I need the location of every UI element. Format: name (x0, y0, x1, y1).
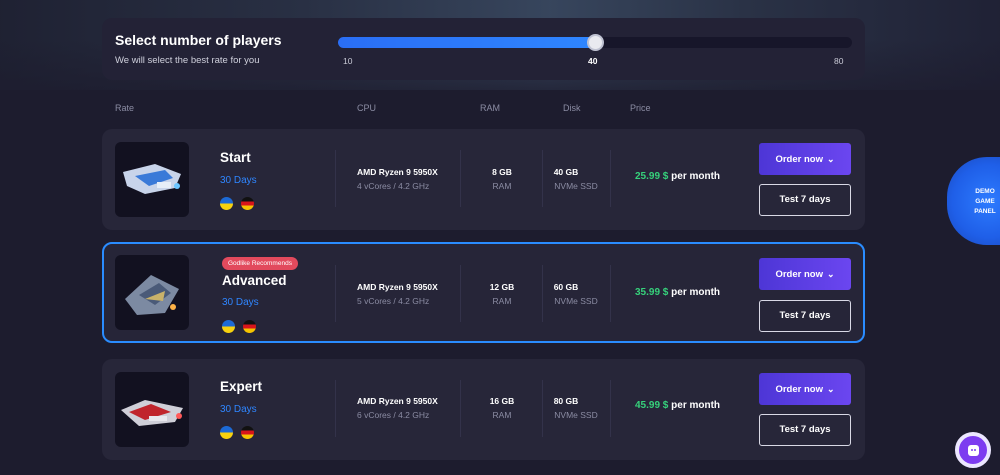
cpu-model: AMD Ryzen 9 5950X (357, 396, 438, 406)
divider (542, 265, 543, 322)
plan-name: Start (220, 150, 251, 165)
ram-value: 8 GB (492, 167, 512, 177)
recommended-badge: Godlike Recommends (222, 257, 298, 270)
slider-current-label: 40 (588, 56, 598, 66)
divider (460, 265, 461, 322)
order-now-button[interactable]: Order now ⌄ (759, 258, 851, 290)
demo-label-line: GAME (975, 198, 995, 205)
ukraine-flag-icon (220, 426, 233, 439)
divider (335, 150, 336, 207)
plan-duration: 30 Days (220, 175, 257, 186)
column-header-cpu: CPU (357, 103, 377, 113)
player-slider-panel: Select number of players We will select … (102, 18, 865, 80)
disk-label: NVMe SSD (554, 410, 598, 420)
divider (335, 380, 336, 437)
disk-label: NVMe SSD (554, 296, 598, 306)
price-period: per month (671, 171, 721, 182)
ukraine-flag-icon (222, 320, 235, 333)
test-7-days-button[interactable]: Test 7 days (759, 414, 851, 446)
order-now-button[interactable]: Order now ⌄ (759, 143, 851, 175)
plan-duration: 30 Days (222, 297, 259, 308)
price-period: per month (671, 400, 721, 411)
demo-label-line: PANEL (974, 208, 996, 215)
ram-value: 16 GB (489, 396, 515, 406)
plan-price: 45.99 $ per month (635, 400, 720, 411)
disk-label: NVMe SSD (554, 181, 598, 191)
players-slider-fill (338, 37, 595, 48)
plan-card-expert: Expert 30 Days AMD Ryzen 9 5950X 6 vCore… (102, 359, 865, 460)
order-now-label: Order now (775, 269, 823, 280)
divider (542, 150, 543, 207)
players-slider-track[interactable] (338, 34, 852, 51)
slider-subtitle: We will select the best rate for you (115, 55, 260, 66)
ram-value: 12 GB (489, 282, 515, 292)
slider-title: Select number of players (115, 32, 282, 48)
ship-image (115, 142, 189, 217)
chevron-down-icon: ⌄ (826, 384, 835, 394)
germany-flag-icon (243, 320, 256, 333)
ukraine-flag-icon (220, 197, 233, 210)
divider (542, 380, 543, 437)
disk-value: 40 GB (553, 167, 579, 177)
order-now-label: Order now (775, 154, 823, 165)
plan-duration: 30 Days (220, 404, 257, 415)
divider (610, 265, 611, 322)
divider (610, 380, 611, 437)
cpu-model: AMD Ryzen 9 5950X (357, 167, 438, 177)
ram-label: RAM (492, 181, 512, 191)
price-amount: 45.99 $ (635, 400, 669, 411)
chat-bubble-icon (968, 445, 979, 456)
germany-flag-icon (241, 197, 254, 210)
plan-card-advanced: Godlike Recommends Advanced 30 Days AMD … (102, 242, 865, 343)
price-period: per month (671, 287, 721, 298)
players-slider-thumb[interactable] (587, 34, 604, 51)
chevron-down-icon: ⌄ (826, 269, 835, 279)
ram-label: RAM (492, 296, 512, 306)
slider-min-label: 10 (343, 56, 353, 66)
test-7-days-button[interactable]: Test 7 days (759, 300, 851, 332)
price-amount: 25.99 $ (635, 171, 669, 182)
plan-name: Expert (220, 379, 263, 394)
plan-name: Advanced (222, 273, 287, 288)
slider-max-label: 80 (834, 56, 844, 66)
demo-game-panel-label[interactable]: DEMO GAME PANEL (965, 187, 1000, 217)
column-header-rate: Rate (115, 103, 135, 113)
divider (610, 150, 611, 207)
cpu-model: AMD Ryzen 9 5950X (357, 282, 438, 292)
cpu-spec: 6 vCores / 4.2 GHz (357, 410, 430, 420)
test-7-days-button[interactable]: Test 7 days (759, 184, 851, 216)
germany-flag-icon (241, 426, 254, 439)
ram-label: RAM (492, 410, 512, 420)
chevron-down-icon: ⌄ (826, 154, 835, 164)
ship-image (115, 372, 189, 447)
column-header-price: Price (630, 103, 651, 113)
plan-price: 35.99 $ per month (635, 287, 720, 298)
chat-button[interactable] (955, 432, 991, 468)
disk-value: 60 GB (553, 282, 579, 292)
column-header-disk: Disk (563, 103, 581, 113)
order-now-button[interactable]: Order now ⌄ (759, 373, 851, 405)
plan-price: 25.99 $ per month (635, 171, 720, 182)
column-header-ram: RAM (480, 103, 500, 113)
cpu-spec: 4 vCores / 4.2 GHz (357, 181, 430, 191)
plan-card-start: Start 30 Days AMD Ryzen 9 5950X 4 vCores… (102, 129, 865, 230)
demo-label-line: DEMO (975, 188, 995, 195)
disk-value: 80 GB (553, 396, 579, 406)
divider (460, 380, 461, 437)
divider (460, 150, 461, 207)
divider (335, 265, 336, 322)
cpu-spec: 5 vCores / 4.2 GHz (357, 296, 430, 306)
price-amount: 35.99 $ (635, 287, 669, 298)
ship-image (115, 255, 189, 330)
order-now-label: Order now (775, 384, 823, 395)
